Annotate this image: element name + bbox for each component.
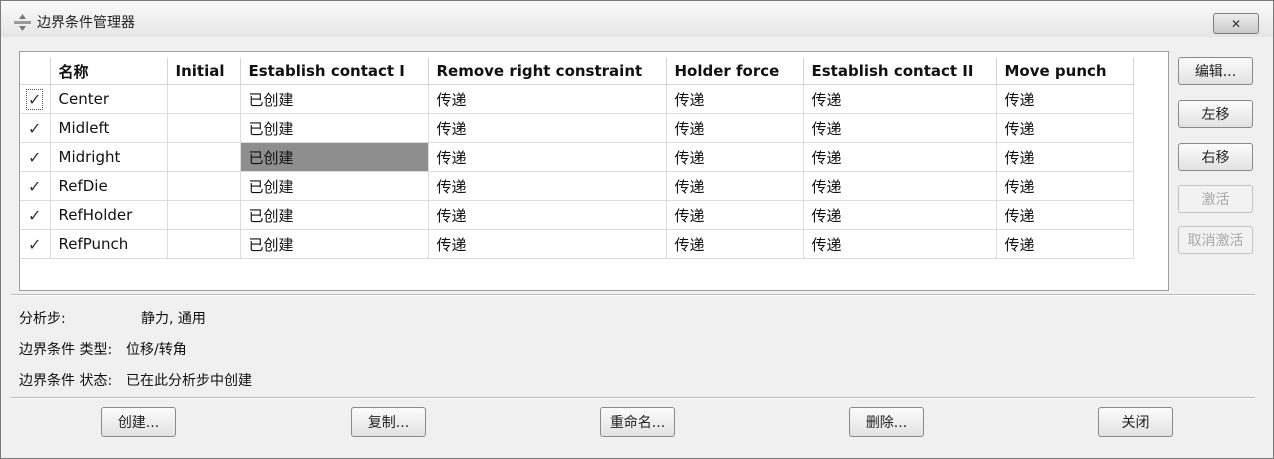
- cell-initial[interactable]: [167, 142, 241, 172]
- create-button[interactable]: 创建...: [101, 407, 176, 437]
- bc-type-label: 边界条件 类型:: [19, 342, 113, 358]
- table-row[interactable]: ✓ Midleft 已创建 传递 传递 传递 传递: [20, 113, 1134, 143]
- cell-move-punch[interactable]: 传递: [996, 113, 1134, 143]
- row-name[interactable]: RefHolder: [50, 200, 168, 230]
- cell-holder-force[interactable]: 传递: [666, 171, 804, 201]
- cell-establish-contact-2[interactable]: 传递: [803, 142, 997, 172]
- cell-establish-contact-1[interactable]: 已创建: [240, 200, 429, 230]
- row-checkbox[interactable]: ✓: [20, 171, 51, 201]
- header-check-column: [20, 58, 51, 85]
- cell-establish-contact-2[interactable]: 传递: [803, 200, 997, 230]
- cell-move-punch[interactable]: 传递: [996, 84, 1134, 114]
- cell-initial[interactable]: [167, 200, 241, 230]
- cell-holder-force[interactable]: 传递: [666, 200, 804, 230]
- table-row[interactable]: ✓ RefPunch 已创建 传递 传递 传递 传递: [20, 229, 1134, 259]
- step-label: 分析步:: [19, 311, 66, 327]
- header-remove-right-constraint[interactable]: Remove right constraint: [428, 58, 667, 85]
- cell-establish-contact-2[interactable]: 传递: [803, 84, 997, 114]
- bc-type-value: 位移/转角: [126, 342, 187, 358]
- move-right-button[interactable]: 右移: [1178, 143, 1253, 171]
- check-icon: ✓: [28, 118, 42, 138]
- cell-initial[interactable]: [167, 171, 241, 201]
- cell-remove-right-constraint[interactable]: 传递: [428, 229, 667, 259]
- bc-status-value: 已在此分析步中创建: [126, 373, 252, 389]
- cell-remove-right-constraint[interactable]: 传递: [428, 171, 667, 201]
- bc-status-label: 边界条件 状态:: [19, 373, 113, 389]
- check-icon: ✓: [26, 88, 44, 110]
- table-row[interactable]: ✓ Midright 已创建 传递 传递 传递 传递: [20, 142, 1134, 172]
- boundary-condition-table: 名称 Initial Establish contact I Remove ri…: [20, 58, 1134, 259]
- cell-holder-force[interactable]: 传递: [666, 113, 804, 143]
- header-holder-force[interactable]: Holder force: [666, 58, 804, 85]
- cell-remove-right-constraint[interactable]: 传递: [428, 200, 667, 230]
- cell-move-punch[interactable]: 传递: [996, 171, 1134, 201]
- row-checkbox[interactable]: ✓: [20, 142, 51, 172]
- header-move-punch[interactable]: Move punch: [996, 58, 1134, 85]
- edit-button[interactable]: 编辑...: [1178, 57, 1253, 85]
- check-icon: ✓: [28, 176, 42, 196]
- cell-establish-contact-1[interactable]: 已创建: [240, 171, 429, 201]
- delete-button[interactable]: 删除...: [849, 407, 924, 437]
- cell-establish-contact-1-selected[interactable]: 已创建: [240, 142, 429, 172]
- boundary-condition-table-panel: 名称 Initial Establish contact I Remove ri…: [19, 51, 1169, 291]
- table-header-row: 名称 Initial Establish contact I Remove ri…: [20, 58, 1134, 85]
- window-title: 边界条件管理器: [37, 15, 135, 31]
- cell-holder-force[interactable]: 传递: [666, 142, 804, 172]
- close-icon: ✕: [1230, 16, 1242, 31]
- cell-remove-right-constraint[interactable]: 传递: [428, 113, 667, 143]
- cell-establish-contact-1[interactable]: 已创建: [240, 84, 429, 114]
- row-name[interactable]: Center: [50, 84, 168, 114]
- cell-remove-right-constraint[interactable]: 传递: [428, 142, 667, 172]
- copy-button[interactable]: 复制...: [351, 407, 426, 437]
- rename-button[interactable]: 重命名...: [600, 407, 675, 437]
- row-name[interactable]: Midleft: [50, 113, 168, 143]
- title-bar[interactable]: 边界条件管理器 ✕: [1, 1, 1273, 37]
- deactivate-button[interactable]: 取消激活: [1178, 226, 1253, 254]
- cell-remove-right-constraint[interactable]: 传递: [428, 84, 667, 114]
- cell-holder-force[interactable]: 传递: [666, 84, 804, 114]
- manager-app-icon: [14, 14, 31, 31]
- check-icon: ✓: [28, 205, 42, 225]
- row-checkbox[interactable]: ✓: [20, 229, 51, 259]
- header-initial[interactable]: Initial: [167, 58, 241, 85]
- check-icon: ✓: [28, 234, 42, 254]
- header-establish-contact-2[interactable]: Establish contact II: [803, 58, 997, 85]
- close-button[interactable]: 关闭: [1098, 407, 1173, 437]
- row-checkbox[interactable]: ✓: [20, 200, 51, 230]
- close-window-button[interactable]: ✕: [1213, 13, 1259, 34]
- separator: [11, 397, 1255, 399]
- activate-button[interactable]: 激活: [1178, 185, 1253, 213]
- cell-establish-contact-2[interactable]: 传递: [803, 229, 997, 259]
- row-name[interactable]: Midright: [50, 142, 168, 172]
- cell-holder-force[interactable]: 传递: [666, 229, 804, 259]
- cell-establish-contact-2[interactable]: 传递: [803, 171, 997, 201]
- cell-establish-contact-1[interactable]: 已创建: [240, 113, 429, 143]
- row-checkbox[interactable]: ✓: [20, 84, 51, 114]
- row-checkbox[interactable]: ✓: [20, 113, 51, 143]
- step-value: 静力, 通用: [141, 311, 206, 327]
- cell-establish-contact-2[interactable]: 传递: [803, 113, 997, 143]
- cell-move-punch[interactable]: 传递: [996, 200, 1134, 230]
- cell-establish-contact-1[interactable]: 已创建: [240, 229, 429, 259]
- header-establish-contact-1[interactable]: Establish contact I: [240, 58, 429, 85]
- header-name[interactable]: 名称: [50, 58, 168, 85]
- cell-initial[interactable]: [167, 113, 241, 143]
- table-row[interactable]: ✓ RefHolder 已创建 传递 传递 传递 传递: [20, 200, 1134, 230]
- check-icon: ✓: [28, 147, 42, 167]
- boundary-condition-manager-window: 边界条件管理器 ✕ 名称 Initial Establish contact I…: [0, 0, 1274, 459]
- move-left-button[interactable]: 左移: [1178, 100, 1253, 128]
- cell-initial[interactable]: [167, 229, 241, 259]
- separator: [11, 294, 1255, 296]
- cell-initial[interactable]: [167, 84, 241, 114]
- cell-move-punch[interactable]: 传递: [996, 142, 1134, 172]
- table-row[interactable]: ✓ RefDie 已创建 传递 传递 传递 传递: [20, 171, 1134, 201]
- table-row[interactable]: ✓ Center 已创建 传递 传递 传递 传递: [20, 84, 1134, 114]
- row-name[interactable]: RefDie: [50, 171, 168, 201]
- row-name[interactable]: RefPunch: [50, 229, 168, 259]
- cell-move-punch[interactable]: 传递: [996, 229, 1134, 259]
